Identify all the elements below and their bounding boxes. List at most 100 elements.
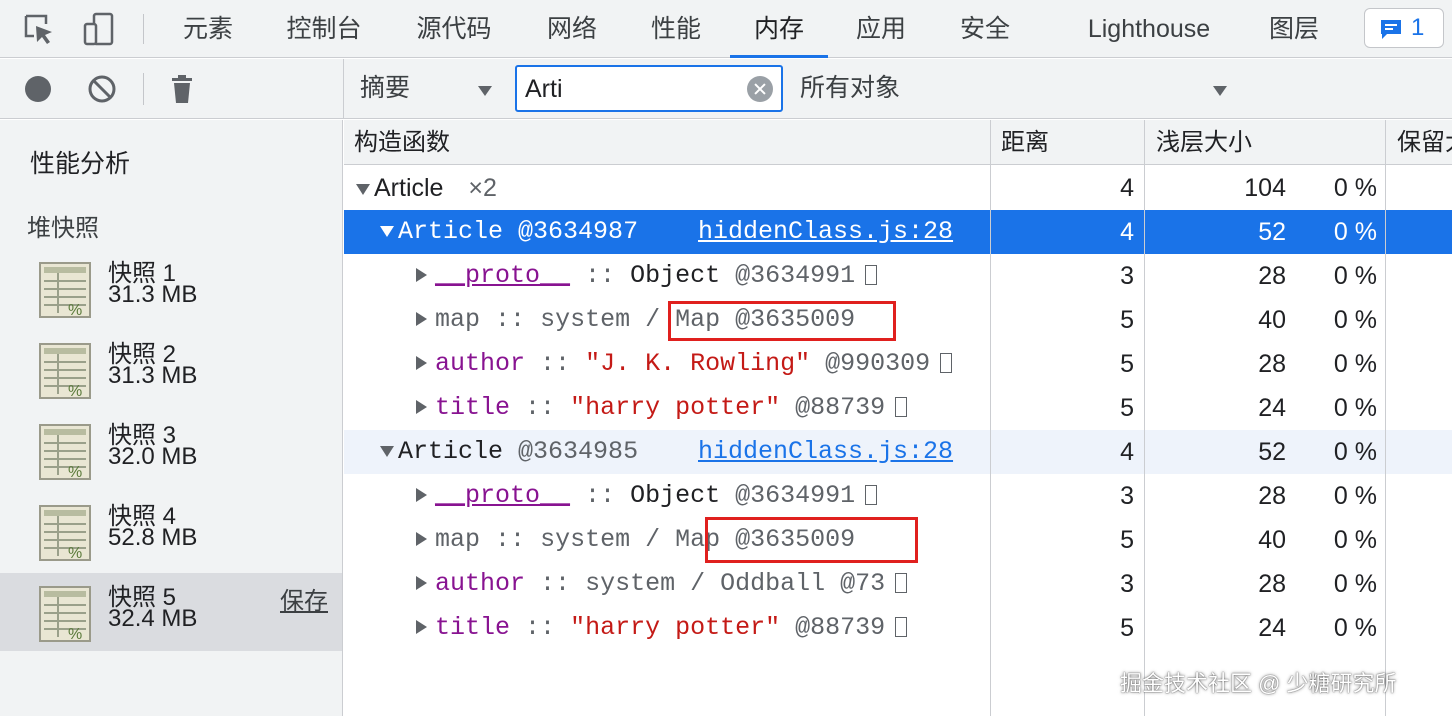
tab-network[interactable]: 网络: [544, 0, 600, 58]
inspect-element-icon[interactable]: [22, 12, 56, 46]
column-divider: [990, 120, 991, 716]
object-type: system / Oddball: [585, 569, 826, 598]
record-icon[interactable]: [22, 73, 54, 105]
table-row[interactable]: author :: "J. K. Rowling" @990309 5 28 0…: [344, 342, 1452, 386]
chevron-down-icon[interactable]: [1213, 86, 1227, 96]
distance-cell: 3: [1120, 482, 1134, 510]
expand-arrow-icon[interactable]: [416, 488, 427, 503]
store-as-global-icon[interactable]: [865, 485, 878, 506]
object-id: @3634991: [735, 481, 856, 510]
source-link[interactable]: hiddenClass.js:28: [698, 430, 953, 474]
column-header-retained-size[interactable]: 保留大小: [1397, 120, 1452, 165]
table-row[interactable]: title :: "harry potter" @88739 5 24 0 %: [344, 386, 1452, 430]
expand-arrow-icon[interactable]: [416, 576, 427, 591]
property-name: map: [435, 305, 481, 334]
expand-arrow-icon[interactable]: [416, 400, 427, 415]
object-id: @3634987: [518, 217, 639, 246]
expand-arrow-icon[interactable]: [416, 620, 427, 635]
store-as-global-icon[interactable]: [895, 573, 908, 594]
expand-arrow-icon[interactable]: [380, 225, 394, 237]
table-row-selected[interactable]: Article @3634987 hiddenClass.js:28 4 52 …: [344, 210, 1452, 254]
devtools-tab-bar: 元素 控制台 源代码 网络 性能 内存 应用 安全 Lighthouse 图层 …: [0, 0, 1452, 58]
clear-filter-icon[interactable]: [747, 76, 773, 102]
tab-performance[interactable]: 性能: [648, 0, 704, 58]
expand-arrow-icon[interactable]: [416, 268, 427, 283]
table-row[interactable]: Article ×2 4 104 0 %: [344, 166, 1452, 210]
shallow-size-cell: 24: [1258, 614, 1286, 642]
class-filter-field[interactable]: [515, 65, 783, 112]
svg-text:%: %: [68, 464, 82, 481]
tab-memory[interactable]: 内存: [730, 0, 828, 58]
shallow-size-cell: 104: [1244, 174, 1286, 202]
svg-text:%: %: [68, 302, 82, 319]
column-header-shallow-size[interactable]: 浅层大小: [1156, 120, 1381, 165]
tab-security[interactable]: 安全: [957, 0, 1013, 58]
table-row[interactable]: title :: "harry potter" @88739 5 24 0 %: [344, 606, 1452, 650]
column-header-constructor[interactable]: 构造函数: [354, 120, 984, 165]
svg-text:%: %: [68, 383, 82, 400]
chevron-down-icon[interactable]: [478, 86, 492, 96]
sidebar-section-heap-snapshots: 堆快照: [27, 215, 99, 242]
table-row[interactable]: __proto__ :: Object @3634991 3 28 0 %: [344, 254, 1452, 298]
shallow-size-cell: 28: [1258, 262, 1286, 290]
source-link[interactable]: hiddenClass.js:28: [698, 210, 953, 254]
snapshot-item[interactable]: % 快照 3 32.0 MB: [0, 411, 342, 489]
table-row[interactable]: Article @3634985 hiddenClass.js:28 4 52 …: [344, 430, 1452, 474]
shallow-size-cell: 40: [1258, 306, 1286, 334]
trash-icon[interactable]: [166, 73, 198, 105]
tab-elements[interactable]: 元素: [180, 0, 236, 58]
object-filter-select[interactable]: 所有对象: [800, 59, 900, 119]
annotation-highlight-box: [705, 517, 918, 563]
separator: ::: [525, 613, 556, 642]
view-mode-select[interactable]: 摘要: [360, 59, 410, 119]
save-snapshot-link[interactable]: 保存: [280, 581, 328, 616]
shallow-percent-cell: 0 %: [1333, 306, 1377, 334]
separator: ::: [495, 525, 526, 554]
string-value: "J. K. Rowling": [585, 349, 811, 378]
heap-snapshot-icon: %: [39, 343, 91, 400]
snapshot-item[interactable]: % 快照 2 31.3 MB: [0, 330, 342, 408]
snapshot-size: 32.4 MB: [108, 605, 198, 632]
property-cell: title :: "harry potter" @88739: [416, 386, 908, 430]
device-toolbar-icon[interactable]: [82, 12, 116, 46]
store-as-global-icon[interactable]: [865, 265, 878, 286]
expand-arrow-icon[interactable]: [416, 532, 427, 547]
object-id: @3634985: [518, 437, 639, 466]
property-name: map: [435, 525, 481, 554]
constructor-cell: Article @3634987: [380, 210, 638, 254]
tab-sources[interactable]: 源代码: [414, 0, 494, 58]
property-cell: author :: "J. K. Rowling" @990309: [416, 342, 953, 386]
constructor-cell: Article @3634985: [380, 430, 638, 474]
column-header-distance[interactable]: 距离: [1001, 120, 1141, 165]
property-cell: __proto__ :: Object @3634991: [416, 474, 878, 518]
expand-arrow-icon[interactable]: [380, 445, 394, 457]
object-type: Object: [630, 261, 721, 290]
snapshot-item[interactable]: % 快照 4 52.8 MB: [0, 492, 342, 570]
tab-application[interactable]: 应用: [853, 0, 909, 58]
class-filter-input[interactable]: [525, 73, 740, 105]
issues-count: 1: [1411, 14, 1425, 41]
store-as-global-icon[interactable]: [940, 353, 953, 374]
table-row[interactable]: __proto__ :: Object @3634991 3 28 0 %: [344, 474, 1452, 518]
expand-arrow-icon[interactable]: [416, 312, 427, 327]
expand-arrow-icon[interactable]: [416, 356, 427, 371]
issues-button[interactable]: 1: [1364, 8, 1444, 48]
tab-lighthouse[interactable]: Lighthouse: [1083, 0, 1215, 58]
shallow-size-cell: 52: [1258, 438, 1286, 466]
tab-layers[interactable]: 图层: [1266, 0, 1322, 58]
store-as-global-icon[interactable]: [895, 397, 908, 418]
clear-icon[interactable]: [86, 73, 118, 105]
table-row[interactable]: author :: system / Oddball @73 3 28 0 %: [344, 562, 1452, 606]
snapshot-item-selected[interactable]: % 快照 5 32.4 MB 保存: [0, 573, 342, 651]
snapshot-item[interactable]: % 快照 1 31.3 MB: [0, 249, 342, 327]
table-row[interactable]: map :: system / Map @3635009 5 40 0 %: [344, 298, 1452, 342]
distance-cell: 5: [1120, 394, 1134, 422]
shallow-percent-cell: 0 %: [1333, 218, 1377, 246]
separator: ::: [540, 349, 571, 378]
expand-arrow-icon[interactable]: [356, 183, 370, 195]
property-cell: author :: system / Oddball @73: [416, 562, 908, 606]
tab-console[interactable]: 控制台: [284, 0, 364, 58]
shallow-size-cell: 40: [1258, 526, 1286, 554]
column-divider: [1385, 120, 1386, 716]
store-as-global-icon[interactable]: [895, 617, 908, 638]
